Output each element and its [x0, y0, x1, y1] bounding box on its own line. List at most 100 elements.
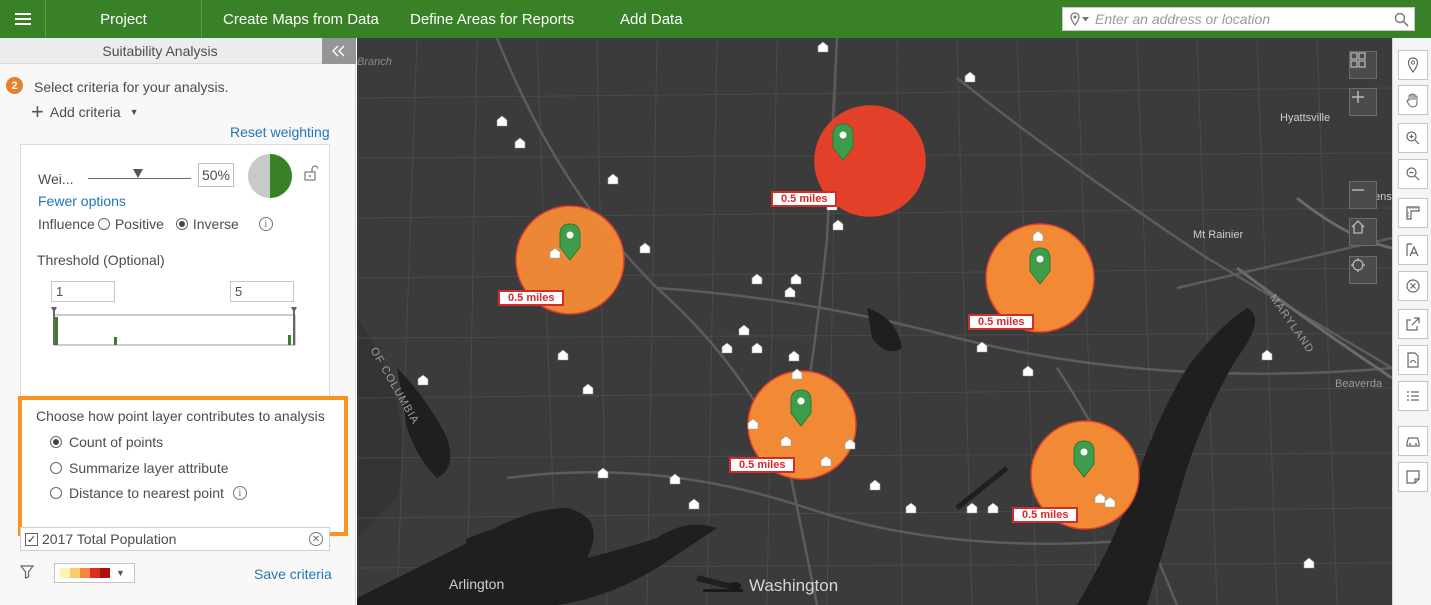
weight-percent-field[interactable]: 50%	[198, 163, 234, 187]
nav-project[interactable]: Project	[46, 0, 202, 38]
menu-button[interactable]	[0, 0, 46, 38]
threshold-min-input[interactable]: 1	[51, 281, 115, 302]
layer-name: 2017 Total Population	[42, 531, 177, 547]
fewer-options-link[interactable]: Fewer options	[38, 193, 126, 209]
reset-weighting-link[interactable]: Reset weighting	[230, 124, 330, 140]
scale-bar	[703, 582, 743, 592]
location-search	[1062, 7, 1415, 31]
count-points-label: Count of points	[69, 434, 164, 450]
zoom-out-icon	[1406, 167, 1420, 181]
threshold-label: Threshold (Optional)	[37, 252, 165, 268]
influence-inverse-radio[interactable]	[175, 218, 188, 230]
panel-title: Suitability Analysis	[102, 43, 218, 59]
color-ramp-swatch	[90, 568, 100, 578]
weight-pie-slice	[270, 154, 292, 198]
zoom-out-button[interactable]	[1349, 181, 1377, 209]
crosshair-icon	[1351, 258, 1365, 272]
caret-down-icon: ▼	[129, 107, 139, 117]
tool-measure[interactable]	[1398, 198, 1428, 228]
distance-label: 0.5 miles	[771, 191, 838, 207]
tool-text[interactable]	[1398, 235, 1428, 265]
option-distance-nearest[interactable]: Distance to nearest point i	[50, 485, 247, 501]
plus-icon: +	[31, 99, 44, 124]
location-type-dropdown[interactable]	[1063, 8, 1095, 30]
default-extent-button[interactable]	[1349, 218, 1377, 246]
count-points-radio[interactable]	[50, 436, 62, 448]
filter-icon[interactable]	[20, 565, 34, 579]
distance-label: 0.5 miles	[498, 290, 565, 306]
map-pin-icon	[1069, 12, 1080, 26]
search-input[interactable]	[1095, 9, 1388, 29]
option-count-points[interactable]: Count of points	[50, 434, 163, 450]
suitability-panel: Suitability Analysis 2 Select criteria f…	[0, 38, 356, 605]
distance-nearest-radio[interactable]	[50, 487, 62, 499]
search-button[interactable]	[1388, 8, 1414, 30]
info-icon[interactable]: i	[258, 217, 273, 231]
threshold-histogram	[51, 307, 297, 346]
tool-zoom-in[interactable]	[1398, 123, 1428, 153]
save-criteria-link[interactable]: Save criteria	[254, 566, 332, 582]
hamburger-icon	[14, 13, 31, 25]
layer-checkbox[interactable]: ✓	[25, 532, 38, 546]
color-ramp-swatch	[60, 568, 70, 578]
weight-label: Wei...	[38, 171, 74, 187]
tool-notes[interactable]	[1398, 462, 1428, 492]
plus-icon	[1352, 91, 1364, 103]
summarize-attribute-radio[interactable]	[50, 462, 62, 474]
color-ramp-dropdown[interactable]: ▼	[54, 563, 135, 583]
influence-positive-label: Positive	[114, 216, 164, 232]
weight-slider-track[interactable]	[88, 178, 191, 179]
tool-legend[interactable]	[1398, 381, 1428, 411]
distance-label: 0.5 miles	[729, 457, 796, 473]
step-badge: 2	[6, 77, 23, 94]
influence-label: Influence	[38, 216, 95, 232]
tool-share[interactable]	[1398, 309, 1428, 339]
color-ramp-swatch	[100, 568, 110, 578]
search-icon	[1394, 12, 1409, 27]
option-summarize-attribute[interactable]: Summarize layer attribute	[50, 460, 229, 476]
minus-icon	[1352, 189, 1364, 191]
place-label-branch: Branch	[357, 56, 392, 68]
nav-add-data[interactable]: Add Data	[620, 0, 683, 38]
summarize-attribute-label: Summarize layer attribute	[69, 460, 229, 476]
influence-row: Influence Positive Inverse i	[38, 216, 273, 232]
map-view[interactable]: 0.5 miles 0.5 miles 0.5 miles 0.5 miles …	[357, 38, 1392, 605]
weight-pie-chart	[248, 154, 292, 198]
unlock-icon[interactable]	[304, 165, 318, 181]
info-icon[interactable]: i	[232, 486, 247, 500]
nav-define-areas[interactable]: Define Areas for Reports	[390, 0, 620, 38]
nav-create-maps[interactable]: Create Maps from Data	[202, 0, 390, 38]
collapse-panel-button[interactable]	[322, 38, 356, 64]
threshold-max-input[interactable]: 5	[230, 281, 294, 302]
step-instruction: Select criteria for your analysis.	[34, 79, 229, 95]
color-ramp-swatch	[80, 568, 90, 578]
locate-button[interactable]	[1349, 256, 1377, 284]
tool-clear[interactable]	[1398, 271, 1428, 301]
contribution-options-box: Choose how point layer contributes to an…	[18, 396, 348, 536]
add-criteria-button[interactable]: + Add criteria ▼	[31, 99, 139, 124]
place-label-arlington: Arlington	[449, 576, 505, 592]
add-criteria-label: Add criteria	[49, 104, 121, 120]
tool-drive-time[interactable]	[1398, 426, 1428, 456]
tool-pin[interactable]	[1398, 50, 1428, 80]
close-circle-icon	[1406, 279, 1420, 293]
distance-label: 0.5 miles	[968, 314, 1035, 330]
influence-inverse-label: Inverse	[192, 216, 239, 232]
map-pin-icon	[1407, 57, 1419, 73]
distance-label: 0.5 miles	[1012, 507, 1079, 523]
share-icon	[1406, 317, 1420, 331]
zoom-in-button[interactable]	[1349, 88, 1377, 116]
grid-icon	[1350, 52, 1366, 68]
tool-zoom-out[interactable]	[1398, 159, 1428, 189]
place-label-hyattsville: Hyattsville	[1280, 112, 1331, 124]
remove-circle-icon[interactable]: ✕	[309, 532, 323, 546]
contribution-title: Choose how point layer contributes to an…	[36, 408, 325, 424]
place-label-mt-rainier: Mt Rainier	[1193, 229, 1244, 241]
weight-slider-thumb[interactable]	[133, 169, 143, 178]
hand-icon	[1406, 93, 1418, 108]
basemap-gallery-button[interactable]	[1349, 51, 1377, 79]
tool-pan[interactable]	[1398, 85, 1428, 115]
caret-down-icon: ▼	[116, 568, 125, 578]
influence-positive-radio[interactable]	[97, 218, 110, 230]
tool-export-pdf[interactable]	[1398, 345, 1428, 375]
